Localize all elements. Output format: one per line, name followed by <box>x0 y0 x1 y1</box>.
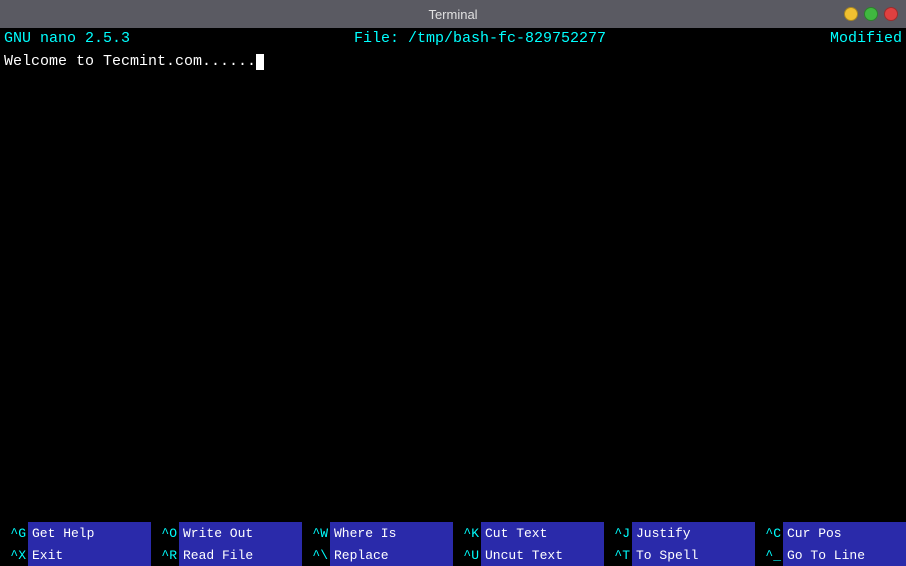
shortcut-item: ^WWhere Is <box>302 522 453 544</box>
shortcut-row-1: ^GGet Help^OWrite Out^WWhere Is^KCut Tex… <box>0 522 906 544</box>
shortcut-key: ^K <box>453 525 481 542</box>
close-button[interactable] <box>884 7 898 21</box>
shortcut-item: ^RRead File <box>151 544 302 566</box>
shortcut-label: Exit <box>28 544 151 566</box>
terminal[interactable]: GNU nano 2.5.3 File: /tmp/bash-fc-829752… <box>0 28 906 566</box>
shortcut-label: To Spell <box>632 544 755 566</box>
shortcut-key: ^O <box>151 525 179 542</box>
cursor <box>256 54 264 70</box>
shortcut-label: Justify <box>632 522 755 544</box>
shortcut-label: Get Help <box>28 522 151 544</box>
shortcut-label: Where Is <box>330 522 453 544</box>
shortcut-item: ^XExit <box>0 544 151 566</box>
title-bar-title: Terminal <box>428 7 477 22</box>
shortcut-label: Write Out <box>179 522 302 544</box>
window-controls[interactable] <box>844 7 898 21</box>
shortcut-item: ^UUncut Text <box>453 544 604 566</box>
nano-footer: ^GGet Help^OWrite Out^WWhere Is^KCut Tex… <box>0 522 906 566</box>
shortcut-item: ^OWrite Out <box>151 522 302 544</box>
shortcut-label: Read File <box>179 544 302 566</box>
shortcut-label: Cur Pos <box>783 522 906 544</box>
shortcut-key: ^U <box>453 547 481 564</box>
nano-modified: Modified <box>830 30 902 47</box>
shortcut-key: ^\ <box>302 547 330 564</box>
shortcut-item: ^KCut Text <box>453 522 604 544</box>
shortcut-label: Go To Line <box>783 544 906 566</box>
shortcut-row-2: ^XExit^RRead File^\Replace^UUncut Text^T… <box>0 544 906 566</box>
editor-area[interactable]: Welcome to Tecmint.com...... <box>0 49 906 522</box>
maximize-button[interactable] <box>864 7 878 21</box>
shortcut-item: ^TTo Spell <box>604 544 755 566</box>
shortcut-key: ^W <box>302 525 330 542</box>
shortcut-item: ^\Replace <box>302 544 453 566</box>
shortcut-item: ^JJustify <box>604 522 755 544</box>
shortcut-key: ^_ <box>755 547 783 564</box>
shortcut-key: ^R <box>151 547 179 564</box>
title-bar: Terminal <box>0 0 906 28</box>
editor-content: Welcome to Tecmint.com...... <box>4 53 256 70</box>
shortcut-item: ^_Go To Line <box>755 544 906 566</box>
shortcut-item: ^GGet Help <box>0 522 151 544</box>
shortcut-key: ^X <box>0 547 28 564</box>
shortcut-key: ^T <box>604 547 632 564</box>
minimize-button[interactable] <box>844 7 858 21</box>
shortcut-key: ^J <box>604 525 632 542</box>
nano-filename: File: /tmp/bash-fc-829752277 <box>354 30 606 47</box>
shortcut-label: Replace <box>330 544 453 566</box>
shortcut-item: ^CCur Pos <box>755 522 906 544</box>
nano-version: GNU nano 2.5.3 <box>4 30 130 47</box>
shortcut-key: ^G <box>0 525 28 542</box>
nano-header: GNU nano 2.5.3 File: /tmp/bash-fc-829752… <box>0 28 906 49</box>
shortcut-key: ^C <box>755 525 783 542</box>
shortcut-label: Uncut Text <box>481 544 604 566</box>
shortcut-label: Cut Text <box>481 522 604 544</box>
